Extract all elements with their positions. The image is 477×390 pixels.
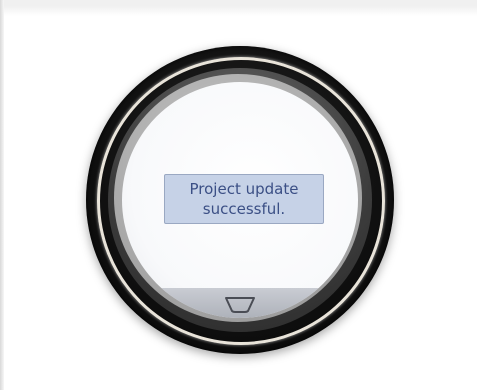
status-message-line-2: successful. (202, 200, 286, 218)
softkey-bar (122, 288, 358, 318)
status-message-line-1: Project update (189, 180, 299, 198)
device-photo: Project update successful. (0, 0, 477, 390)
status-message-box: Project update successful. (164, 174, 324, 224)
photo-edge (0, 0, 4, 390)
back-key-icon[interactable] (224, 296, 256, 314)
round-thermostat-display: Project update successful. (86, 46, 394, 354)
display-screen: Project update successful. (122, 82, 358, 318)
